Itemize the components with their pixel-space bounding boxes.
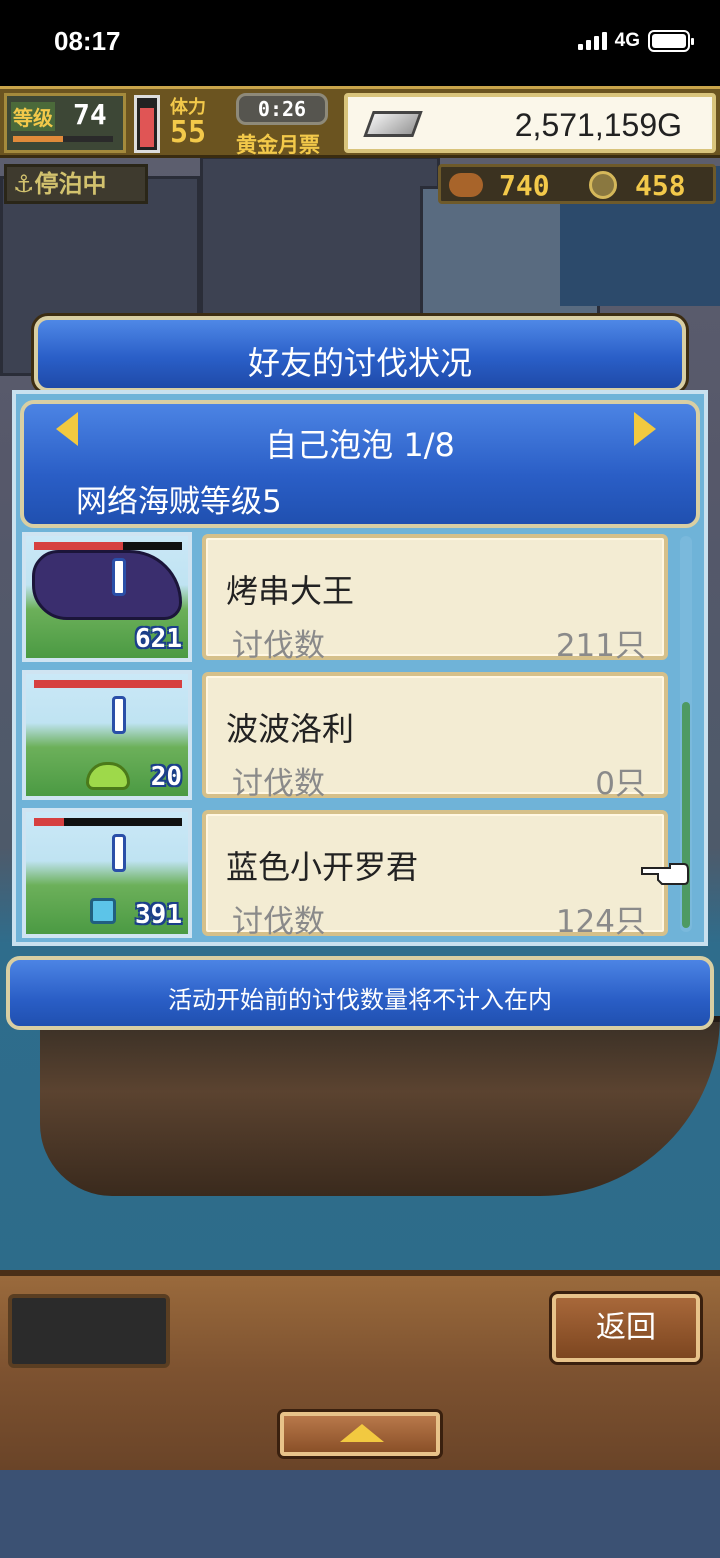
monster-hp-bar xyxy=(34,680,182,688)
status-indicators: 4G xyxy=(577,30,694,52)
list-item[interactable]: 20 波波洛利 讨伐数 0只 xyxy=(22,670,672,802)
defeat-count: 211只 xyxy=(555,628,646,664)
top-hud: 等级 74 体力 55 0:26 黄金月票 2,571,159G xyxy=(0,86,720,158)
dock-status-label: 停泊中 xyxy=(34,170,107,198)
status-time: 08:17 xyxy=(54,26,121,56)
entry-card: 波波洛利 讨伐数 0只 xyxy=(202,672,668,802)
resource-coin: 458 xyxy=(635,169,686,202)
monster-hp-bar xyxy=(34,542,182,550)
coin-icon xyxy=(589,171,617,199)
pointing-hand-icon xyxy=(641,863,689,885)
level-progress xyxy=(13,136,113,142)
empty-slot xyxy=(8,1294,170,1368)
stamina-timer: 0:26 xyxy=(236,93,328,125)
level-label: 等级 xyxy=(11,102,55,131)
alert-icon xyxy=(112,558,126,596)
entry-card: 烤串大王 讨伐数 211只 xyxy=(202,534,668,664)
defeat-count-label: 讨伐数 xyxy=(232,904,325,940)
resource-bar: 740 458 xyxy=(438,164,716,204)
scroll-thumb[interactable] xyxy=(682,702,690,928)
entry-card: 蓝色小开罗君 讨伐数 124只 xyxy=(202,810,668,940)
ship-hull xyxy=(40,1016,720,1196)
battery-icon xyxy=(648,30,694,52)
level-value: 74 xyxy=(73,98,107,131)
dialog-title: 好友的讨伐状况 xyxy=(247,344,472,382)
up-arrow-icon xyxy=(340,1424,384,1442)
home-indicator-area xyxy=(0,1470,720,1558)
expand-menu-button[interactable] xyxy=(280,1412,440,1456)
resource-food: 740 xyxy=(499,169,550,202)
back-button[interactable]: 返回 xyxy=(552,1294,700,1362)
bottom-toolbar: 返回 xyxy=(0,1270,720,1470)
level-box: 等级 74 xyxy=(4,93,126,153)
money-display: 2,571,159G xyxy=(344,93,716,153)
signal-icon xyxy=(577,32,607,50)
monster-level: 621 xyxy=(135,624,182,654)
gold-ticket-button[interactable]: 黄金月票 xyxy=(236,129,320,159)
monster-hp-bar xyxy=(34,818,182,826)
dialog-title-banner: 好友的讨伐状况 xyxy=(34,316,686,392)
money-value: 2,571,159G xyxy=(514,107,682,143)
monster-sprite xyxy=(90,898,116,924)
monster-thumbnail: 391 xyxy=(22,808,192,938)
pirate-level-subtitle: 网络海贼等级5 xyxy=(76,484,282,520)
monster-name: 蓝色小开罗君 xyxy=(226,848,419,886)
silver-bar-icon xyxy=(363,111,423,137)
stamina-gauge xyxy=(134,95,160,153)
defeat-count-label: 讨伐数 xyxy=(232,628,325,664)
monster-name: 烤串大王 xyxy=(226,572,355,610)
monster-thumbnail: 621 xyxy=(22,532,192,662)
alert-icon xyxy=(112,834,126,872)
stamina-value: 55 xyxy=(170,115,207,150)
monster-sprite xyxy=(86,762,130,790)
list-item[interactable]: 621 烤串大王 讨伐数 211只 xyxy=(22,532,672,664)
monster-level: 391 xyxy=(135,900,182,930)
status-bar: 08:17 4G xyxy=(0,0,720,86)
dock-status: ⚓停泊中 xyxy=(4,164,148,204)
note-banner: 活动开始前的讨伐数量将不计入在内 xyxy=(6,956,714,1030)
monster-name: 波波洛利 xyxy=(226,710,355,748)
defeat-count: 124只 xyxy=(555,904,646,940)
monster-thumbnail: 20 xyxy=(22,670,192,800)
friend-nav-title: 自己泡泡 1/8 xyxy=(265,426,455,464)
alert-icon xyxy=(112,696,126,734)
defeat-count: 0只 xyxy=(595,766,646,802)
town-building xyxy=(200,156,440,336)
list-item[interactable]: 391 蓝色小开罗君 讨伐数 124只 xyxy=(22,808,672,940)
monster-level: 20 xyxy=(150,762,182,792)
network-type: 4G xyxy=(614,30,640,51)
defeat-count-label: 讨伐数 xyxy=(232,766,325,802)
note-text: 活动开始前的讨伐数量将不计入在内 xyxy=(168,986,552,1014)
monster-sprite xyxy=(32,550,182,620)
food-icon xyxy=(449,173,483,197)
